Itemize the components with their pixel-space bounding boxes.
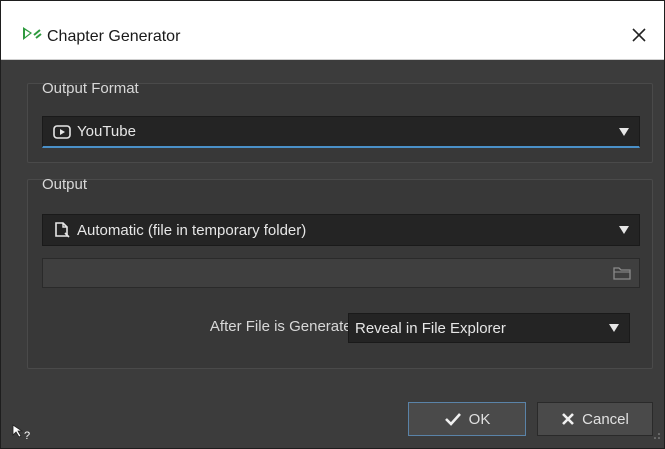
chevron-down-icon bbox=[619, 226, 629, 234]
after-file-generated-label: After File is Generated bbox=[209, 318, 360, 335]
checkmark-icon bbox=[444, 412, 462, 426]
after-generated-value: Reveal in File Explorer bbox=[355, 319, 506, 337]
output-location-dropdown[interactable]: Automatic (file in temporary folder) bbox=[42, 214, 640, 246]
output-group: Output Automatic (file in temporary fold… bbox=[27, 176, 653, 369]
output-format-dropdown[interactable]: YouTube bbox=[42, 116, 640, 148]
x-cancel-icon bbox=[561, 412, 575, 426]
chapter-generator-dialog: Chapter Generator Output Format YouTube … bbox=[0, 0, 665, 449]
title-bar[interactable]: Chapter Generator bbox=[1, 1, 664, 60]
folder-icon[interactable] bbox=[613, 266, 631, 285]
cancel-label: Cancel bbox=[582, 410, 629, 428]
dialog-title: Chapter Generator bbox=[47, 28, 181, 45]
youtube-play-icon bbox=[53, 124, 71, 139]
output-location-value: Automatic (file in temporary folder) bbox=[77, 221, 307, 239]
output-path-field[interactable] bbox=[42, 258, 640, 288]
output-format-group: Output Format YouTube bbox=[27, 80, 653, 163]
chevron-down-icon bbox=[619, 127, 629, 136]
close-icon bbox=[632, 28, 646, 42]
svg-text:?: ? bbox=[24, 430, 30, 441]
after-generated-dropdown[interactable]: Reveal in File Explorer bbox=[348, 313, 630, 343]
chapter-generator-app-icon bbox=[21, 25, 43, 43]
resize-grip-icon[interactable] bbox=[653, 427, 661, 445]
ok-button[interactable]: OK bbox=[408, 402, 526, 436]
ok-label: OK bbox=[468, 410, 491, 428]
output-title: Output bbox=[42, 176, 88, 193]
whats-this-help-icon[interactable]: ? bbox=[11, 423, 33, 446]
chevron-down-icon bbox=[609, 324, 619, 332]
output-format-value: YouTube bbox=[77, 123, 136, 140]
close-button[interactable] bbox=[626, 22, 652, 48]
output-format-title: Output Format bbox=[42, 80, 139, 97]
cancel-button[interactable]: Cancel bbox=[537, 402, 653, 436]
new-file-icon bbox=[53, 221, 71, 239]
